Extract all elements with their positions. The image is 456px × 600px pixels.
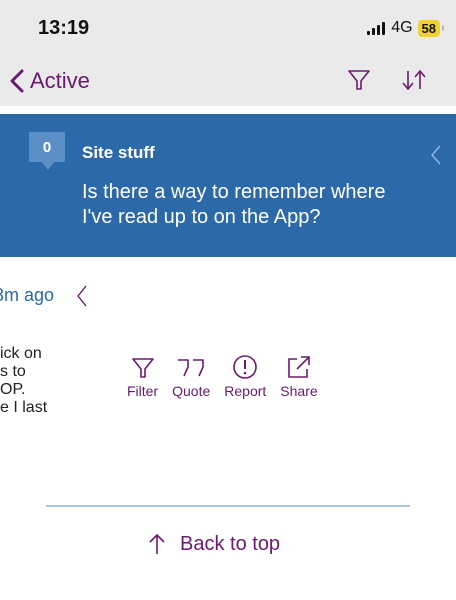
report-icon [233, 355, 258, 379]
post-line: OP. [0, 381, 26, 398]
share-icon [288, 356, 310, 378]
divider [46, 505, 410, 507]
status-time: 13:19 [38, 17, 90, 39]
action-label: Filter [127, 383, 159, 399]
topic-category: Site stuff [82, 143, 155, 162]
post-line: s to [0, 363, 26, 380]
post-line: e I last [0, 399, 48, 416]
nav-bar: Active [0, 56, 456, 106]
action-label: Share [280, 383, 318, 399]
report-action-button[interactable]: Report [224, 350, 266, 399]
status-bar: 13:19 4G 58 [0, 0, 456, 56]
sort-button[interactable] [401, 68, 427, 97]
post-time: 3m ago [0, 285, 55, 305]
filter-icon [131, 358, 154, 378]
topic-title: Is there a way to remember where I've re… [82, 181, 386, 228]
back-button[interactable]: Active [10, 68, 90, 94]
quote-action-button[interactable]: Quote [172, 350, 210, 399]
chevron-left-icon [10, 69, 24, 93]
filter-button[interactable] [347, 68, 371, 97]
chevron-left-icon[interactable] [430, 144, 442, 166]
chevron-left-icon[interactable] [76, 284, 88, 308]
sort-icon [402, 69, 426, 91]
action-label: Report [224, 383, 267, 399]
filter-action-button[interactable]: Filter [127, 350, 158, 399]
quote-icon [178, 359, 204, 377]
post-actions: Filter Quote Report Share [127, 350, 332, 399]
post-line: ick on [0, 345, 42, 362]
back-to-top-label: Back to top [180, 532, 281, 555]
battery-level: 58 [417, 19, 445, 37]
reply-count-badge: 0 [29, 132, 65, 170]
post-body: ick on s to OP. e I last [0, 345, 47, 417]
back-to-top-button[interactable]: Back to top [148, 532, 280, 556]
arrow-up-icon [149, 533, 165, 554]
action-label: Quote [172, 383, 211, 399]
share-action-button[interactable]: Share [280, 350, 318, 399]
filter-icon [348, 70, 370, 90]
status-indicators: 4G 58 [367, 19, 445, 37]
signal-icon [367, 21, 386, 35]
nav-title: Active [30, 68, 90, 93]
network-type: 4G [391, 19, 413, 36]
topic-header[interactable]: 0 Site stuff Is there a way to remember … [0, 114, 456, 257]
